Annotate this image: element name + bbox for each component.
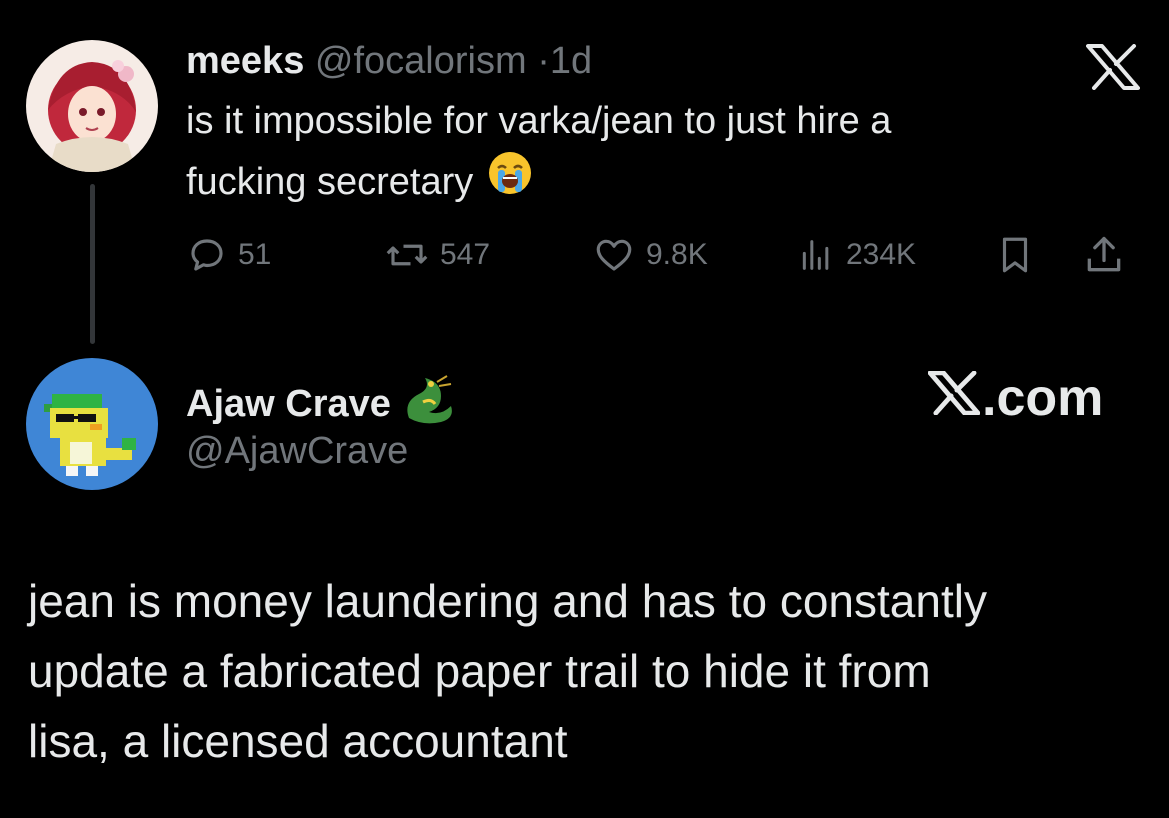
- reply-text-line: lisa, a licensed accountant: [28, 715, 568, 767]
- x-com-logo: .com: [927, 368, 1104, 428]
- loudly-crying-face-icon: [487, 150, 533, 213]
- views-chart-icon: [796, 234, 836, 276]
- separator: ·: [537, 40, 550, 82]
- share-icon: [1082, 233, 1126, 277]
- share-button[interactable]: [1082, 230, 1126, 280]
- view-count: 234K: [846, 238, 917, 271]
- heart-icon: [592, 234, 636, 276]
- thread-connector-line: [90, 184, 95, 344]
- reply-text-line: update a fabricated paper trail to hide …: [28, 645, 931, 697]
- views-button[interactable]: 234K: [796, 230, 916, 280]
- user-handle[interactable]: @focalorism: [315, 40, 527, 82]
- avatar-meeks[interactable]: [26, 40, 158, 172]
- repost-icon: [384, 234, 430, 276]
- like-count: 9.8K: [646, 238, 708, 271]
- avatar-ajawcrave[interactable]: [26, 358, 158, 490]
- bookmark-icon: [994, 233, 1036, 277]
- bookmark-button[interactable]: [994, 230, 1036, 280]
- tweet-text: is it impossible for varka/jean to just …: [186, 92, 1086, 213]
- like-button[interactable]: 9.8K: [592, 230, 708, 280]
- repost-count: 547: [440, 238, 491, 271]
- display-name[interactable]: meeks: [186, 40, 304, 82]
- x-logo-icon: [1086, 44, 1140, 95]
- x-logo-icon: [927, 368, 981, 428]
- reply-text-line: jean is money laundering and has to cons…: [28, 575, 987, 627]
- logo-site-text: .com: [982, 369, 1104, 427]
- reply-count: 51: [238, 238, 272, 271]
- reply-icon: [186, 234, 228, 276]
- reply-user-header: Ajaw Crave: [186, 372, 459, 435]
- tweet-header: meeks @focalorism ·1d: [186, 38, 592, 84]
- dragon-icon: [401, 372, 459, 435]
- tweet-text-line: is it impossible for varka/jean to just …: [186, 100, 892, 142]
- reply-button[interactable]: 51: [186, 230, 271, 280]
- tweet-text-line: fucking secretary: [186, 160, 474, 203]
- tweet-actions: 51 547 9.8K 234K: [186, 230, 1146, 280]
- display-name[interactable]: Ajaw Crave: [186, 381, 391, 427]
- tweet-age[interactable]: 1d: [550, 40, 592, 82]
- reply-text: jean is money laundering and has to cons…: [28, 566, 1148, 776]
- user-handle[interactable]: @AjawCrave: [186, 428, 408, 474]
- repost-button[interactable]: 547: [384, 230, 490, 280]
